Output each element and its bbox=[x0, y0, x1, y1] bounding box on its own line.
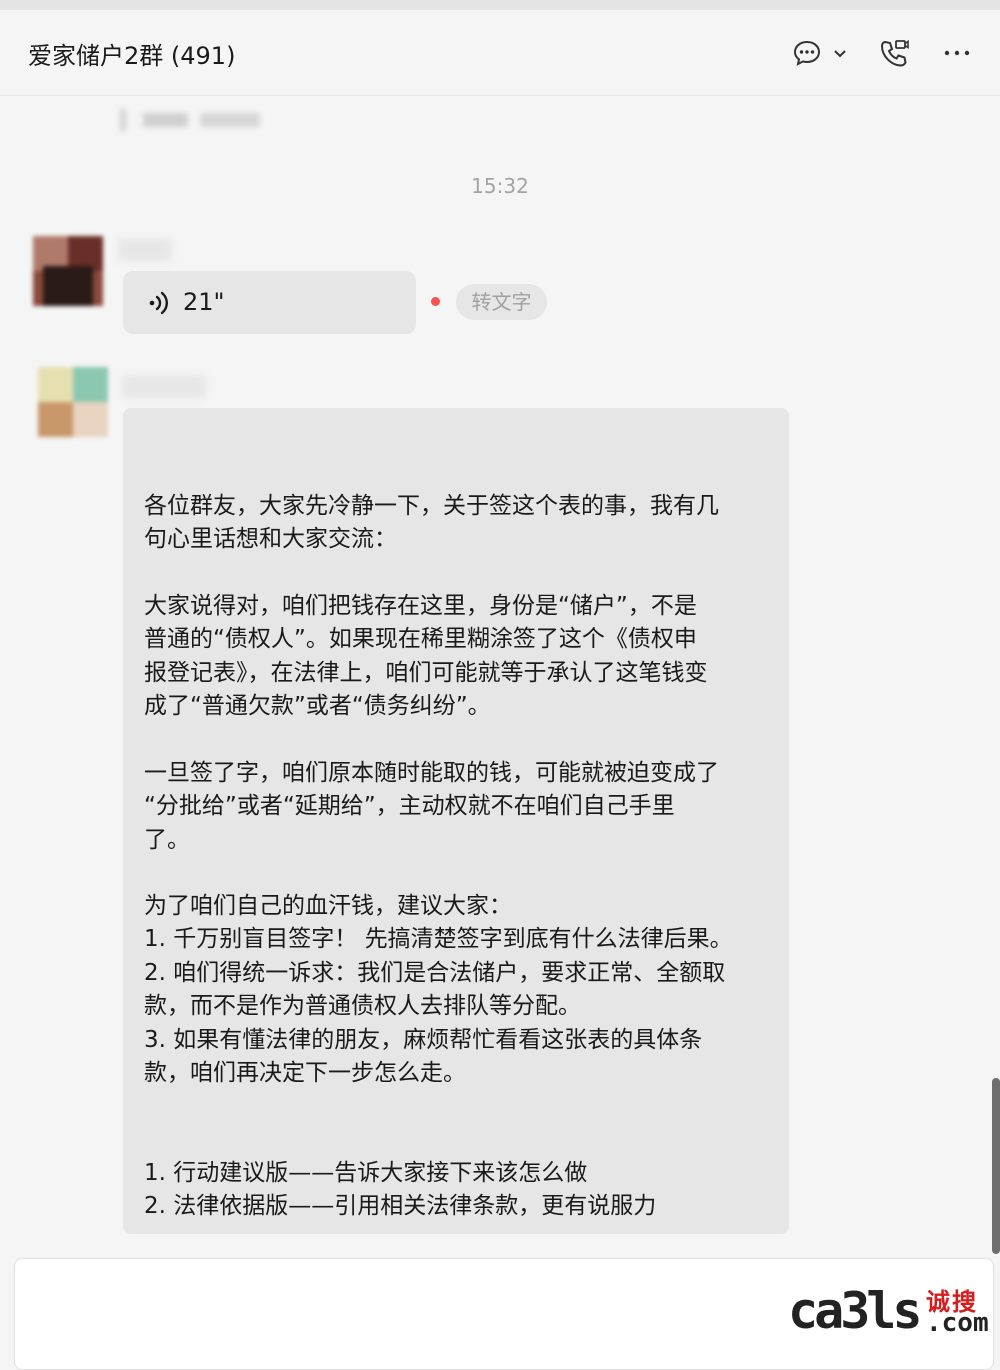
more-icon[interactable] bbox=[940, 36, 974, 70]
watermark-logo: ca3ls 诚搜 .com bbox=[788, 1280, 993, 1342]
sender-avatar-2[interactable] bbox=[38, 367, 108, 437]
scrollbar-thumb[interactable] bbox=[992, 1078, 1000, 1254]
message-paragraph-1: 各位群友，大家先冷静一下，关于签这个表的事，我有几 句心里话想和大家交流： bbox=[144, 493, 719, 553]
chat-bubble-icon[interactable] bbox=[790, 36, 824, 70]
watermark-text: ca3ls bbox=[788, 1282, 923, 1340]
chat-header: 爱家储户2群 (491) bbox=[0, 10, 1000, 96]
chevron-down-icon[interactable] bbox=[828, 36, 852, 70]
phone-video-icon[interactable] bbox=[877, 36, 911, 70]
voice-message[interactable]: 21" bbox=[123, 271, 416, 334]
message-paragraph-2: 大家说得对，咱们把钱存在这里，身份是“储户”，不是 普通的“债权人”。如果现在稀… bbox=[144, 593, 708, 720]
message-paragraph-5: 1. 行动建议版——告诉大家接下来该怎么做 2. 法律依据版——引用相关法律条款… bbox=[144, 1160, 657, 1220]
text-message-bubble[interactable]: 各位群友，大家先冷静一下，关于签这个表的事，我有几 句心里话想和大家交流： 大家… bbox=[123, 408, 789, 1234]
sender-avatar[interactable] bbox=[33, 236, 103, 306]
unread-dot bbox=[431, 297, 440, 306]
message-paragraph-4: 为了咱们自己的血汗钱，建议大家： 1. 千万别盲目签字！ 先搞清楚签字到底有什么… bbox=[144, 893, 733, 1087]
message-timestamp: 15:32 bbox=[471, 174, 529, 198]
voice-wave-icon bbox=[149, 291, 169, 315]
voice-duration: 21" bbox=[183, 288, 225, 316]
sender-nickname-2 bbox=[122, 376, 206, 398]
chat-message-list[interactable]: 15:32 21" 转文字 各位群友，大家先冷静一下，关于签这个表的事，我有几 … bbox=[0, 96, 990, 1258]
watermark-domain: .com bbox=[926, 1308, 989, 1338]
chat-title: 爱家储户2群 (491) bbox=[28, 42, 236, 70]
window-top-strip bbox=[0, 0, 1000, 10]
to-text-button[interactable]: 转文字 bbox=[456, 284, 547, 320]
previous-message-fragment bbox=[115, 101, 265, 133]
sender-nickname bbox=[118, 239, 172, 261]
message-paragraph-3: 一旦签了字，咱们原本随时能取的钱，可能就被迫变成了 “分批给”或者“延期给”，主… bbox=[144, 760, 719, 853]
